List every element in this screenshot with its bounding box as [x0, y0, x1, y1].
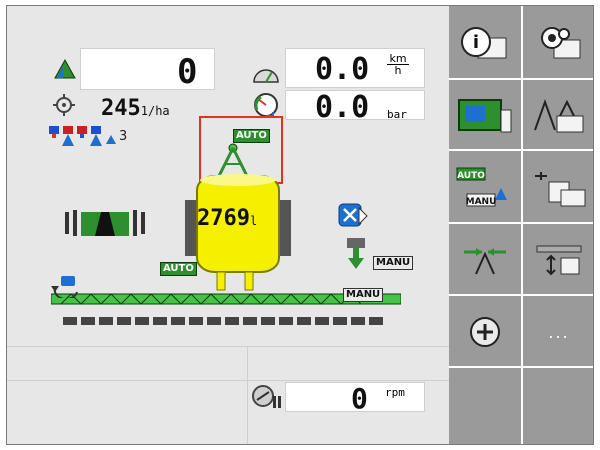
auto-manu-toggle-button[interactable]: AUTO MANU	[449, 158, 521, 218]
rpm-value: 0	[351, 382, 368, 415]
boom-height-auto-badge[interactable]: AUTO	[233, 129, 270, 143]
speed-unit-top: km	[389, 52, 407, 65]
lower-divider-top	[7, 346, 449, 347]
settings-button[interactable]	[523, 14, 593, 74]
sprayer-terminal: 0 2451/ha 3 0.0 km h 0.0 bar AUTO 2769l …	[6, 5, 594, 445]
lower-divider-vertical	[247, 346, 248, 444]
nozzle-control-icon[interactable]	[337, 202, 369, 234]
boom-level-button[interactable]	[449, 230, 521, 290]
more-label: ...	[548, 322, 570, 342]
boom-fold-button[interactable]	[523, 86, 593, 146]
light-settings-button[interactable]	[523, 158, 593, 218]
tank-value: 2769	[197, 206, 250, 231]
more-button[interactable]: ...	[523, 302, 593, 362]
valve-icon[interactable]	[345, 238, 367, 274]
add-button[interactable]	[449, 302, 521, 362]
nozzle-sections-row	[47, 124, 157, 152]
menu-divider-2	[449, 149, 593, 151]
menu-divider-5	[449, 366, 593, 368]
tank-graphic	[183, 172, 293, 296]
menu-divider-4	[449, 294, 593, 296]
rpm-unit: rpm	[385, 386, 405, 399]
speed-unit: km h	[387, 53, 409, 76]
speedometer-icon	[252, 64, 280, 88]
target-rate-icon	[53, 94, 75, 120]
menu-divider-1	[449, 78, 593, 80]
pressure-value: 0.0	[315, 90, 370, 125]
speed-value: 0.0	[315, 52, 370, 87]
tank-auto-badge[interactable]: AUTO	[160, 262, 197, 276]
function-menu: i AUTO MANU ...	[449, 6, 593, 444]
field-task-button[interactable]	[449, 86, 521, 146]
guidance-track-icon[interactable]	[65, 206, 145, 244]
section-indicators	[63, 312, 393, 331]
boom-save-button[interactable]	[523, 230, 593, 290]
tank-refill-icon[interactable]	[49, 274, 83, 302]
info-button[interactable]: i	[449, 14, 521, 74]
auto-glyph: AUTO	[457, 171, 485, 181]
rate-value: 245	[101, 96, 141, 121]
sections-count: 3	[119, 129, 128, 144]
rate-unit: 1/ha	[140, 104, 170, 118]
main-display: 0 2451/ha 3 0.0 km h 0.0 bar AUTO 2769l …	[7, 6, 449, 444]
speed-unit-bottom: h	[394, 64, 402, 77]
tank-unit: l	[249, 214, 258, 228]
rate-readout: 2451/ha	[101, 96, 170, 121]
menu-divider-3	[449, 222, 593, 224]
pressure-unit: bar	[387, 108, 407, 121]
lower-divider-mid	[7, 380, 449, 381]
nozzle-manu-badge[interactable]: MANU	[373, 256, 414, 270]
boom-manu-badge[interactable]: MANU	[343, 288, 384, 302]
manu-glyph: MANU	[466, 197, 497, 207]
tank-readout: 2769l	[197, 206, 257, 231]
info-glyph: i	[473, 32, 479, 53]
area-icon	[51, 58, 77, 86]
area-value: 0	[177, 52, 198, 92]
pto-icon	[251, 384, 283, 414]
